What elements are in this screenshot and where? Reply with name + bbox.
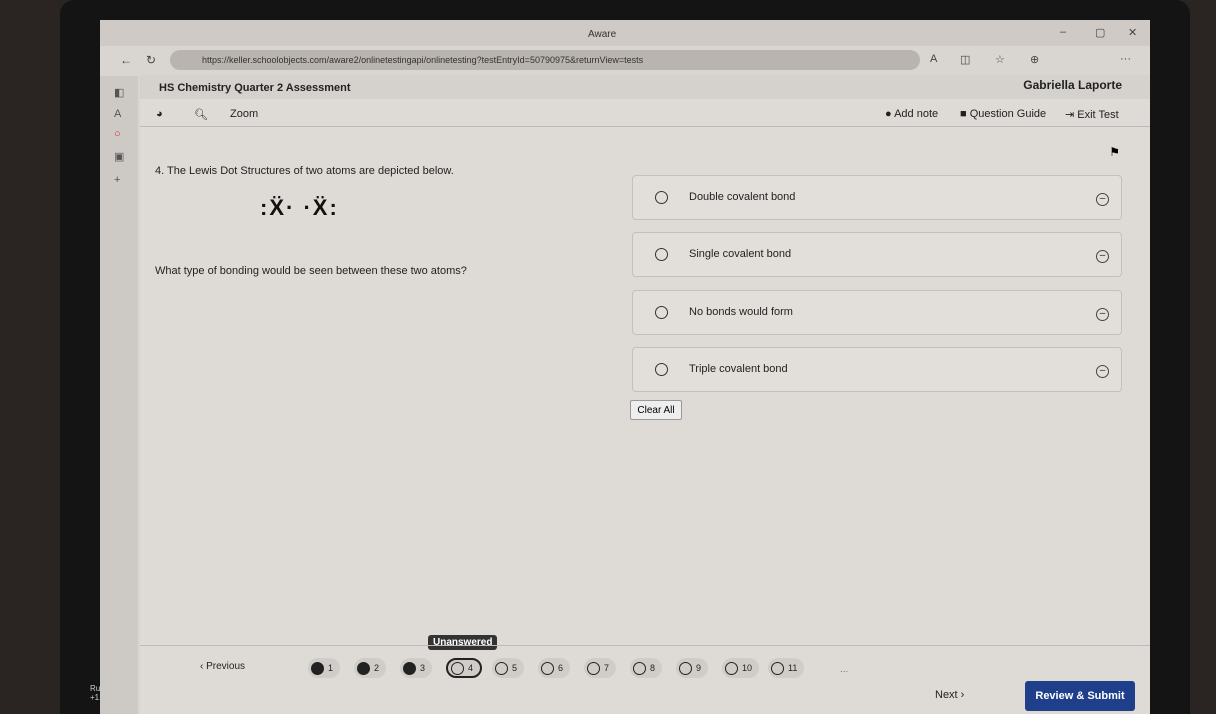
- review-submit-button[interactable]: Review & Submit: [1025, 681, 1135, 711]
- question-number: 2: [374, 663, 380, 673]
- option-label: Single covalent bond: [689, 248, 792, 260]
- status-icon: [357, 661, 370, 675]
- option-label: No bonds would form: [689, 306, 793, 318]
- read-aloud-icon[interactable]: A: [930, 53, 937, 65]
- screen: Aware – ▢ ✕ ← ↻ https://keller.schoolobj…: [100, 20, 1150, 714]
- close-icon[interactable]: ✕: [1128, 26, 1137, 39]
- add-note-label: Add note: [894, 108, 939, 120]
- question-number: 7: [604, 663, 610, 673]
- radio[interactable]: [655, 248, 668, 261]
- question-11-button[interactable]: 11: [768, 658, 805, 678]
- exit-label: Exit Test: [1077, 109, 1119, 121]
- browser-sidebar: ◧ A ○ ▣ +: [100, 76, 138, 714]
- option-label: Triple covalent bond: [689, 363, 788, 375]
- question-9-button[interactable]: 9: [676, 658, 709, 678]
- option-d[interactable]: Triple covalent bond –: [632, 347, 1122, 392]
- tab-title: Aware: [588, 29, 617, 40]
- question-nav: ‹ Previous 1 2 3 4 5 6 7 8 9 10 11 ... Next › Revi…: [140, 645, 1150, 714]
- address-bar[interactable]: https://keller.schoolobjects.com/aware2/…: [170, 50, 920, 70]
- radio[interactable]: [655, 363, 668, 376]
- status-icon: [587, 661, 600, 675]
- radio[interactable]: [655, 191, 668, 204]
- zoom-label: Zoom: [230, 108, 259, 120]
- radio[interactable]: [655, 306, 668, 319]
- app-header: HS Chemistry Quarter 2 Assessment Gabrie…: [140, 75, 1150, 99]
- minimize-icon[interactable]: –: [1060, 26, 1066, 38]
- question-text: 4. The Lewis Dot Structures of two atoms…: [155, 165, 454, 177]
- question-number: 8: [650, 663, 656, 673]
- palette-icon[interactable]: ◕: [156, 108, 163, 120]
- status-icon: [451, 661, 464, 675]
- split-screen-icon[interactable]: ◫: [960, 53, 970, 66]
- question-7-button[interactable]: 7: [584, 658, 617, 678]
- status-icon: [403, 661, 416, 675]
- status-icon: [311, 661, 324, 675]
- next-label: Next: [935, 689, 958, 701]
- question-number: 9: [696, 663, 702, 673]
- browser-titlebar: Aware – ▢ ✕: [100, 20, 1150, 46]
- collections-icon[interactable]: ⊕: [1030, 53, 1039, 66]
- option-b[interactable]: Single covalent bond –: [632, 232, 1122, 277]
- eliminate-icon[interactable]: –: [1096, 193, 1109, 206]
- question-number: 11: [788, 663, 798, 673]
- question-number: 5: [512, 663, 518, 673]
- option-c[interactable]: No bonds would form –: [632, 290, 1122, 335]
- back-icon[interactable]: ←: [120, 53, 132, 67]
- eliminate-icon[interactable]: –: [1096, 250, 1109, 263]
- add-note-button[interactable]: ● Add note: [885, 108, 938, 120]
- question-number: 4: [468, 663, 474, 673]
- question-5-button[interactable]: 5: [492, 658, 525, 678]
- status-icon: [725, 661, 738, 675]
- circle-icon[interactable]: ○: [114, 128, 121, 140]
- question-2-button[interactable]: 2: [354, 658, 387, 678]
- status-icon: [679, 661, 692, 675]
- eliminate-icon[interactable]: –: [1096, 365, 1109, 378]
- text-icon[interactable]: A: [114, 108, 121, 120]
- status-icon: [771, 661, 784, 675]
- assessment-title: HS Chemistry Quarter 2 Assessment: [159, 82, 351, 94]
- question-number: 10: [742, 663, 753, 673]
- question-guide-label: Question Guide: [969, 108, 1047, 120]
- ticker-name: Russell 2000: [90, 684, 137, 693]
- previous-button[interactable]: ‹ Previous: [200, 661, 245, 672]
- ticker-change: +1.82%: [90, 693, 118, 702]
- sidebar-icon[interactable]: ◧: [114, 86, 124, 99]
- flag-icon[interactable]: ⚑: [1109, 145, 1120, 159]
- question-10-button[interactable]: 10: [722, 658, 760, 678]
- stock-ticker[interactable]: Russell 2000 +1.82%: [90, 684, 136, 702]
- option-label: Double covalent bond: [689, 191, 796, 203]
- question-number: 6: [558, 663, 564, 673]
- question-prompt: What type of bonding would be seen betwe…: [155, 265, 467, 277]
- more-questions[interactable]: ...: [840, 664, 848, 675]
- clear-all-button[interactable]: Clear All: [630, 400, 682, 420]
- previous-label: Previous: [206, 661, 246, 672]
- zoom-out-icon[interactable]: 🔍︎: [194, 108, 208, 121]
- eliminate-icon[interactable]: –: [1096, 308, 1109, 321]
- user-name: Gabriella Laporte: [1023, 78, 1122, 92]
- status-icon: [633, 661, 646, 675]
- more-icon[interactable]: ···: [1120, 53, 1131, 65]
- toolbar: ◕ 🔍︎ Zoom ● Add note ■ Question Guide ⇥ …: [140, 101, 1150, 127]
- question-8-button[interactable]: 8: [630, 658, 663, 678]
- question-number: 1: [328, 663, 334, 673]
- favorites-icon[interactable]: ☆: [995, 53, 1005, 66]
- add-icon[interactable]: +: [114, 174, 120, 186]
- question-number: 3: [420, 663, 426, 673]
- question-4-button[interactable]: 4: [446, 658, 483, 678]
- refresh-icon[interactable]: ↻: [146, 53, 156, 67]
- exit-test-button[interactable]: ⇥ Exit Test: [1065, 108, 1119, 121]
- restore-icon[interactable]: ▢: [1095, 26, 1105, 39]
- question-1-button[interactable]: 1: [308, 658, 341, 678]
- question-6-button[interactable]: 6: [538, 658, 571, 678]
- option-a[interactable]: Double covalent bond –: [632, 175, 1122, 220]
- question-guide-button[interactable]: ■ Question Guide: [960, 108, 1046, 120]
- status-icon: [541, 661, 554, 675]
- test-app: HS Chemistry Quarter 2 Assessment Gabrie…: [140, 75, 1150, 714]
- next-button[interactable]: Next ›: [935, 689, 964, 701]
- status-icon: [495, 661, 508, 675]
- lewis-structure: :Ẍ· ·Ẍ:: [260, 195, 339, 220]
- app-icon[interactable]: ▣: [114, 150, 124, 163]
- question-3-button[interactable]: 3: [400, 658, 433, 678]
